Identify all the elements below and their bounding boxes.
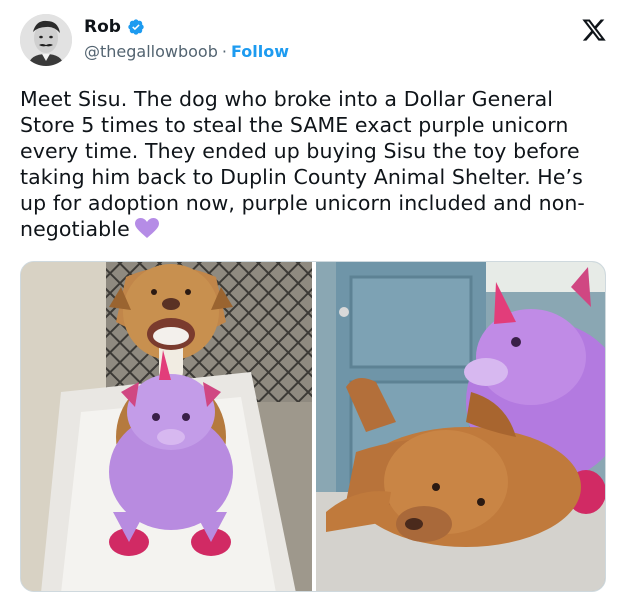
handle-row: @thegallowboob · Follow [84,42,289,61]
avatar[interactable] [20,14,72,66]
verified-badge-icon [127,18,145,36]
x-logo-icon[interactable] [581,17,607,43]
purple-heart-icon [134,217,160,239]
user-handle[interactable]: @thegallowboob [84,42,218,61]
follow-button[interactable]: Follow [231,42,289,61]
separator-dot: · [221,42,227,61]
tweet-text-body: Meet Sisu. The dog who broke into a Doll… [20,87,585,241]
avatar-image [20,14,72,66]
photo-dog-lying-with-unicorn[interactable] [316,262,605,591]
photo-dog-with-unicorn-kennel[interactable] [21,262,312,591]
display-name[interactable]: Rob [84,17,121,37]
name-row: Rob [84,17,145,37]
tweet-card: Rob @thegallowboob · Follow Meet Sisu. T… [0,0,624,600]
media-grid [20,261,606,592]
tweet-text: Meet Sisu. The dog who broke into a Doll… [20,86,610,242]
